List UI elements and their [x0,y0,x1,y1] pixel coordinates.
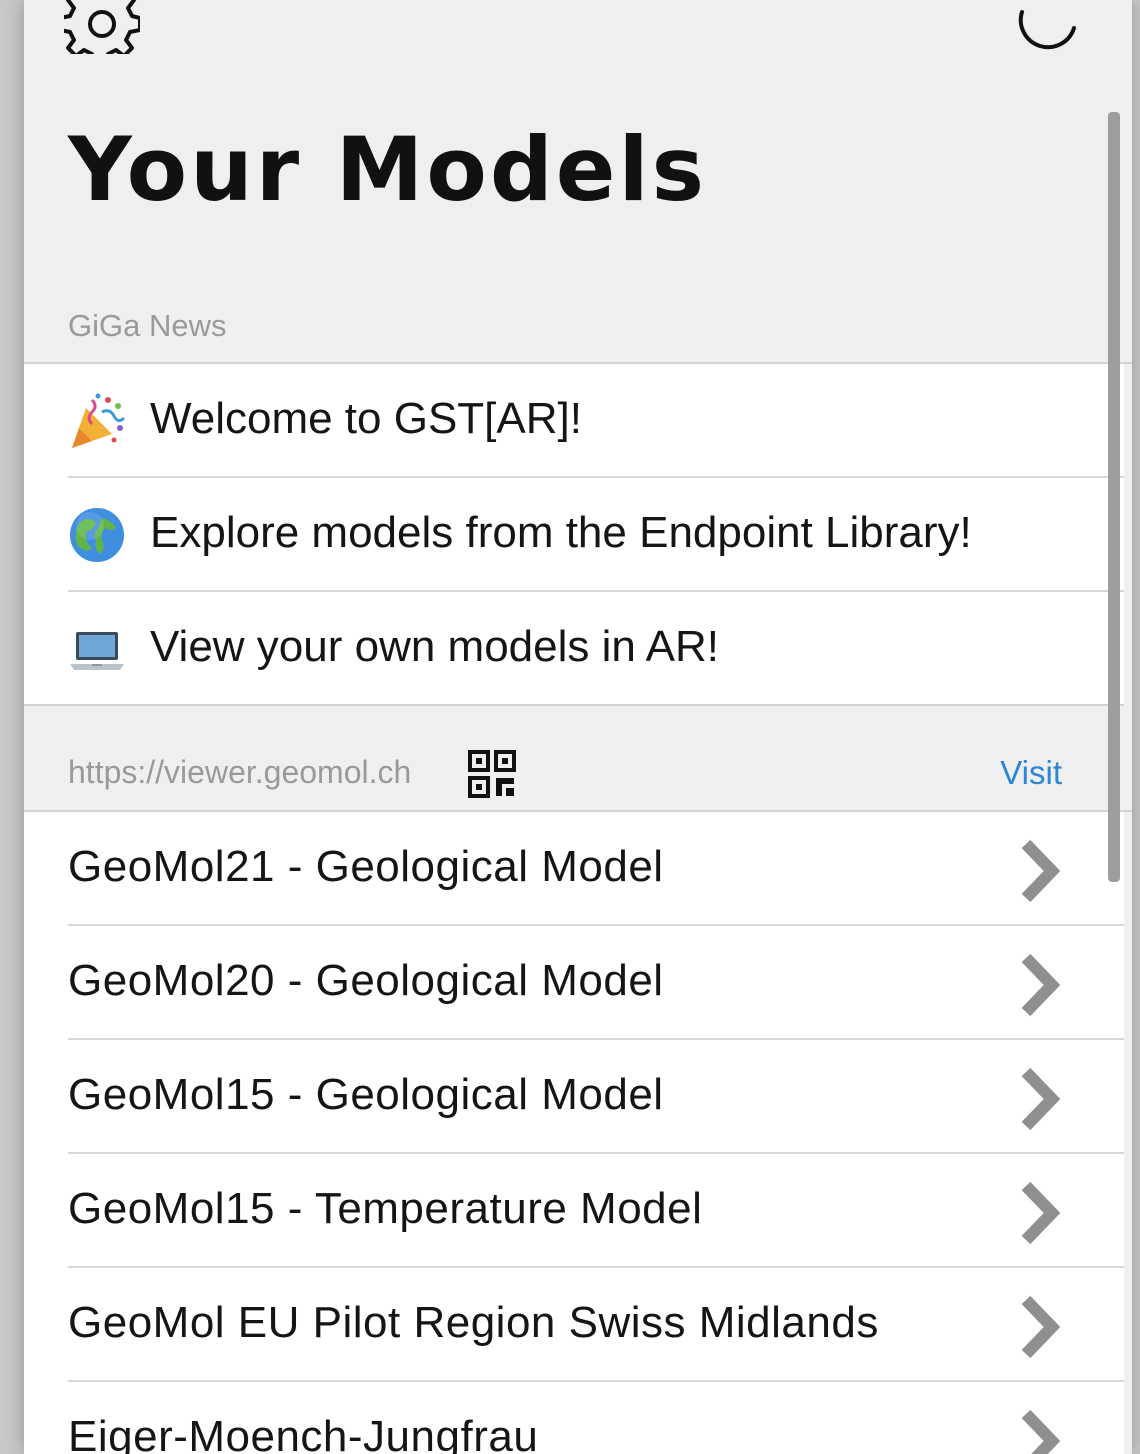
settings-button[interactable] [58,0,142,66]
scrollbar[interactable] [1108,112,1120,882]
model-row[interactable]: GeoMol21 - Geological Model [24,812,1124,926]
visit-link[interactable]: Visit [1000,754,1062,792]
news-item-welcome[interactable]: Welcome to GST[AR]! [24,364,1124,478]
laptop-icon [68,620,126,678]
model-name: GeoMol EU Pilot Region Swiss Midlands [68,1298,879,1347]
model-name: GeoMol20 - Geological Model [68,956,664,1005]
chevron-right-icon [1021,1295,1061,1359]
model-row[interactable]: GeoMol15 - Geological Model [24,1040,1124,1154]
globe-icon [68,506,126,564]
model-row[interactable]: GeoMol EU Pilot Region Swiss Midlands [24,1268,1124,1382]
model-row[interactable]: GeoMol20 - Geological Model [24,926,1124,1040]
model-name: GeoMol15 - Temperature Model [68,1184,703,1233]
endpoint-header: https://viewer.geomol.ch Visit [24,706,1132,812]
refresh-spinner [1014,0,1084,60]
models-list: GeoMol21 - Geological Model GeoMol20 - G… [24,812,1124,1454]
news-list: Welcome to GST[AR]! Explore models from … [24,364,1124,706]
endpoint-url: https://viewer.geomol.ch [68,754,412,790]
model-name: GeoMol21 - Geological Model [68,842,664,891]
news-item-own-models[interactable]: View your own models in AR! [24,592,1124,706]
chevron-right-icon [1021,839,1061,903]
model-row[interactable]: GeoMol15 - Temperature Model [24,1154,1124,1268]
news-item-text: View your own models in AR! [150,622,720,671]
news-section-label: GiGa News [68,308,227,343]
chevron-right-icon [1021,1181,1061,1245]
model-name: GeoMol15 - Geological Model [68,1070,664,1119]
chevron-right-icon [1021,1409,1061,1454]
party-popper-icon [68,392,126,450]
app-screen: Your Models GiGa News Welcome to GST[AR]… [24,0,1132,1454]
chevron-right-icon [1021,953,1061,1017]
gear-icon [58,0,142,66]
news-item-text: Welcome to GST[AR]! [150,394,582,443]
chevron-right-icon [1021,1067,1061,1131]
model-row[interactable]: Eiger-Moench-Jungfrau [24,1382,1124,1454]
spinner-icon [1018,10,1076,50]
top-bar [24,0,1132,70]
qr-code-icon[interactable] [468,750,516,798]
model-name: Eiger-Moench-Jungfrau [68,1412,539,1454]
page-title: Your Models [68,118,708,221]
news-item-explore[interactable]: Explore models from the Endpoint Library… [24,478,1124,592]
news-item-text: Explore models from the Endpoint Library… [150,508,972,557]
news-section-header: GiGa News [24,290,1132,364]
